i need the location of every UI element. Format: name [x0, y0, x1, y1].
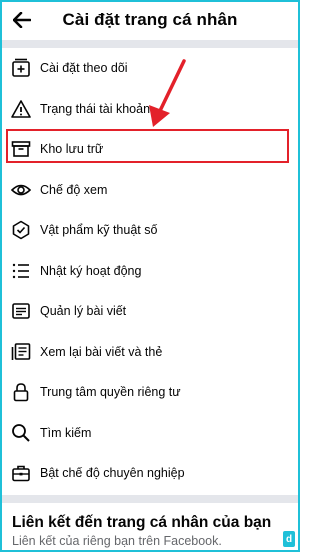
section-subtitle: Liên kết của riêng bạn trên Facebook.: [12, 534, 222, 548]
warning-icon: [10, 98, 32, 120]
divider: [2, 40, 298, 48]
badge-check-icon: [10, 219, 32, 241]
menu-item-label: Nhật ký hoạt động: [40, 263, 142, 278]
lock-icon: [10, 381, 32, 403]
feed-follow-icon: [10, 57, 32, 79]
pointer-arrow-annotation: [149, 59, 186, 127]
menu-item-label: Trạng thái tài khoản: [40, 101, 151, 116]
menu-item-professional-mode[interactable]: Bật chế độ chuyên nghiệp: [2, 453, 298, 494]
menu-item-label: Vật phẩm kỹ thuật số: [40, 223, 158, 238]
menu-item-review-posts-tags[interactable]: Xem lại bài viết và thẻ: [2, 332, 298, 373]
menu-item-manage-posts[interactable]: Quản lý bài viết: [2, 291, 298, 332]
page-title: Cài đặt trang cá nhân: [62, 10, 238, 29]
document-icon: [10, 300, 32, 322]
list-icon: [10, 260, 32, 282]
menu-item-view-mode[interactable]: Chế độ xem: [2, 170, 298, 211]
highlight-annotation: [6, 129, 289, 163]
menu-item-label: Cài đặt theo dõi: [40, 61, 128, 76]
eye-icon: [10, 179, 32, 201]
search-icon: [10, 422, 32, 444]
menu-item-digital-collectibles[interactable]: Vật phẩm kỹ thuật số: [2, 210, 298, 251]
screenshot-frame: Cài đặt trang cá nhân Cài đặt theo dõi T…: [0, 0, 300, 552]
watermark-logo: d: [283, 531, 295, 547]
menu-item-label: Tìm kiếm: [40, 425, 92, 440]
menu-item-label: Trung tâm quyền riêng tư: [40, 385, 181, 400]
profile-link-section: Liên kết đến trang cá nhân của bạn Liên …: [2, 503, 298, 550]
review-posts-icon: [10, 341, 32, 363]
top-bar: Cài đặt trang cá nhân: [2, 2, 298, 40]
menu-item-label: Bật chế độ chuyên nghiệp: [40, 466, 185, 481]
briefcase-icon: [10, 462, 32, 484]
menu-item-activity-log[interactable]: Nhật ký hoạt động: [2, 251, 298, 292]
menu-item-label: Quản lý bài viết: [40, 304, 127, 319]
menu-item-privacy-center[interactable]: Trung tâm quyền riêng tư: [2, 372, 298, 413]
divider: [2, 495, 298, 503]
menu-item-label: Chế độ xem: [40, 182, 108, 197]
menu-item-search[interactable]: Tìm kiếm: [2, 413, 298, 454]
section-title: Liên kết đến trang cá nhân của bạn: [12, 514, 272, 531]
menu-item-label: Xem lại bài viết và thẻ: [40, 344, 163, 359]
